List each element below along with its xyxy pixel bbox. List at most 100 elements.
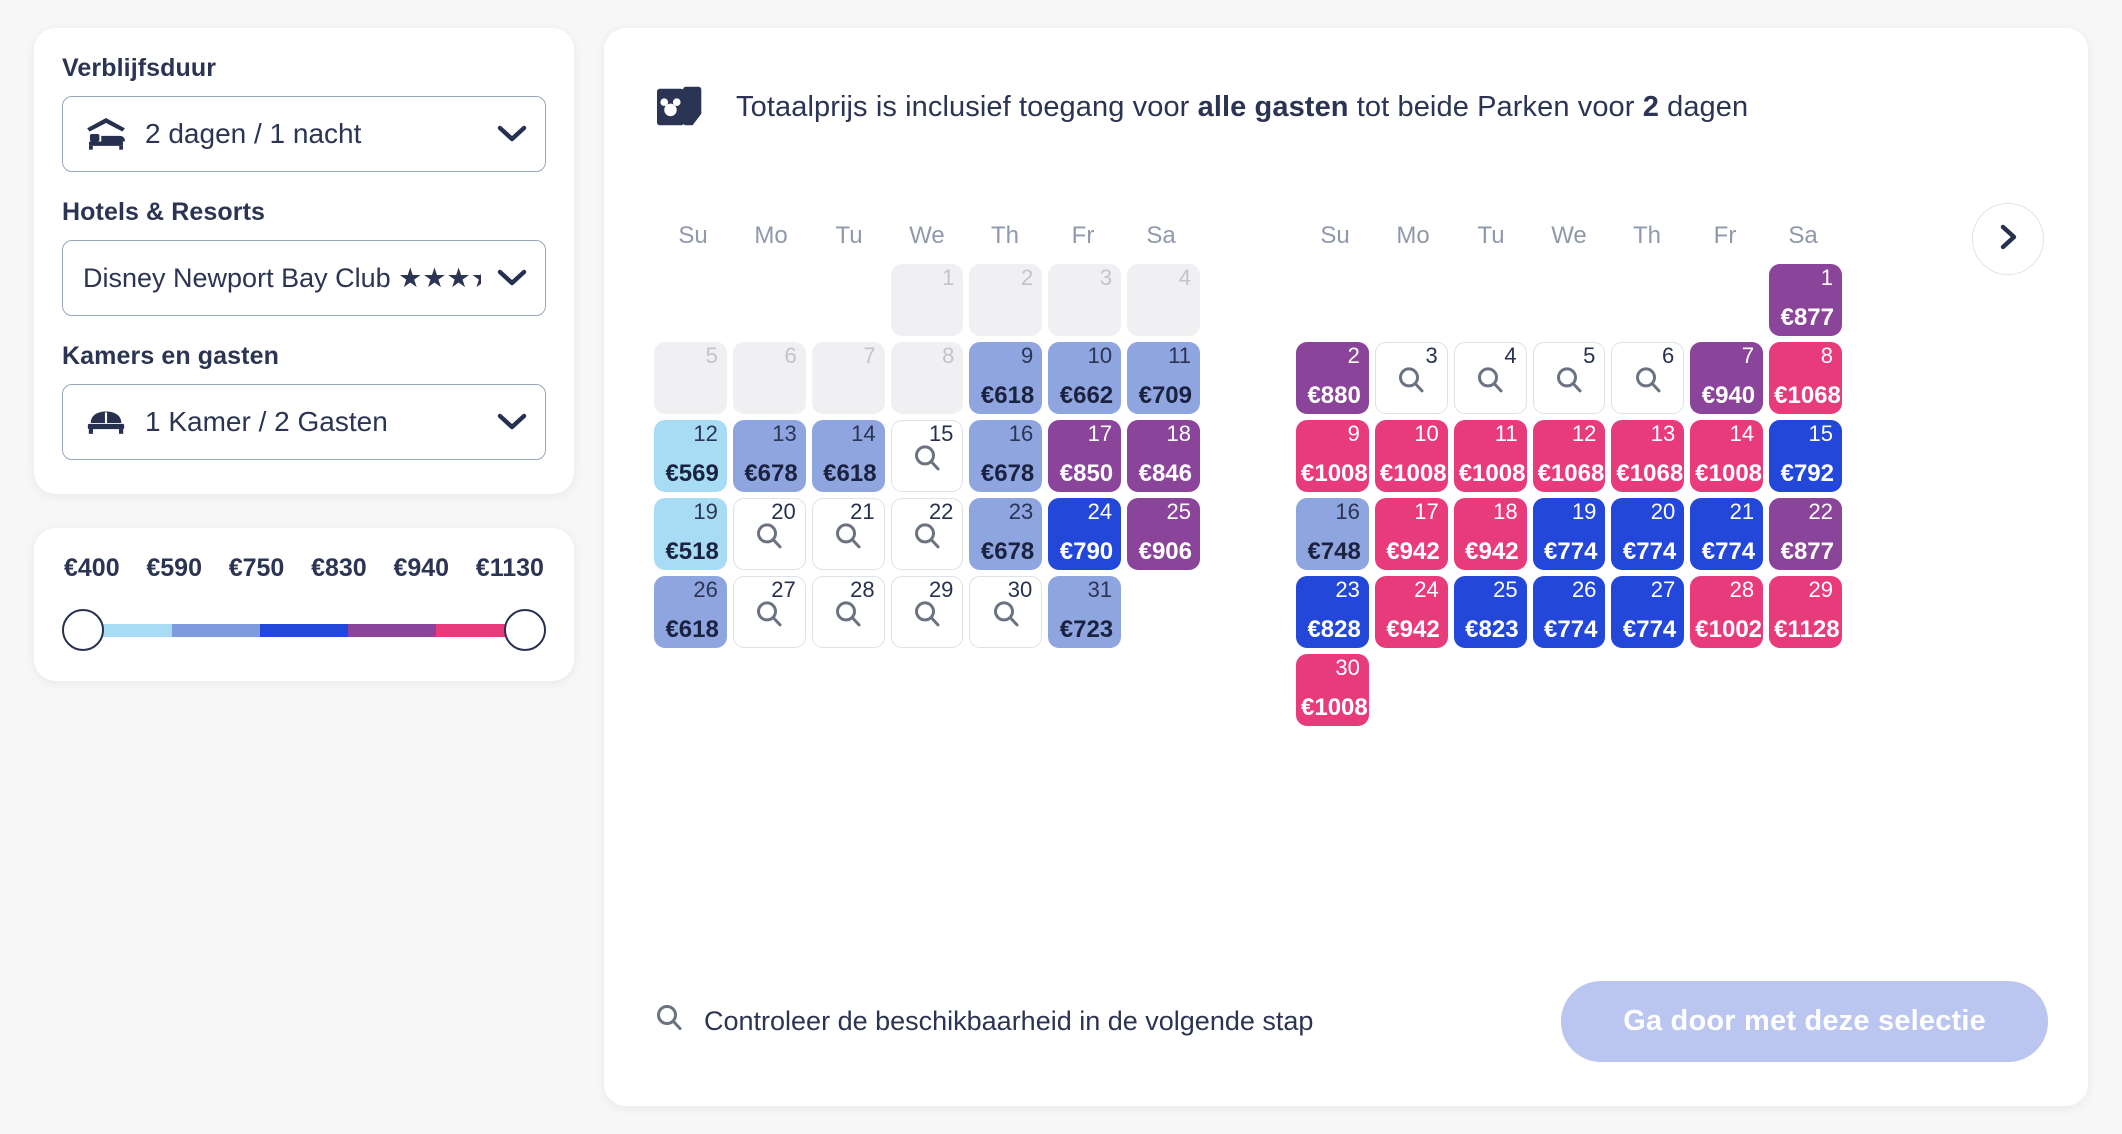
- calendar-day-cell[interactable]: 10 €662: [1048, 342, 1122, 414]
- calendar-day-cell[interactable]: 27: [732, 576, 806, 648]
- calendar-day-cell[interactable]: 20 €774: [1611, 498, 1685, 570]
- day-number: 27: [1650, 577, 1676, 602]
- calendar-day-cell[interactable]: 29 €1128: [1769, 576, 1842, 648]
- day-number: 14: [1729, 421, 1755, 446]
- day-number: 8: [942, 343, 955, 368]
- calendar-day-cell[interactable]: 30 €1008: [1296, 654, 1369, 726]
- calendar-day-cell[interactable]: 22 €877: [1769, 498, 1842, 570]
- price-tick: €590: [146, 554, 202, 582]
- continue-button[interactable]: Ga door met deze selectie: [1561, 981, 2048, 1062]
- rooms-guests-value: 1 Kamer / 2 Gasten: [145, 406, 388, 437]
- calendar-day-cell[interactable]: 6: [1611, 342, 1685, 414]
- calendar-day-cell[interactable]: 28 €1002: [1690, 576, 1764, 648]
- day-price: €790: [1059, 538, 1114, 565]
- day-number: 26: [1571, 577, 1597, 602]
- next-month-button[interactable]: [1972, 203, 2044, 275]
- calendar-day-cell[interactable]: 19 €774: [1532, 498, 1606, 570]
- calendar-day-cell[interactable]: 21 €774: [1690, 498, 1764, 570]
- calendar-day-cell: 8: [890, 342, 964, 414]
- stay-options-panel: Verblijfsduur 2 dagen / 1 nacht Hotels &…: [34, 28, 574, 494]
- calendar-day-cell[interactable]: 14 €618: [811, 420, 885, 492]
- empty-cell: [812, 264, 885, 336]
- calendar-day-cell[interactable]: 24 €790: [1048, 498, 1122, 570]
- hotel-select[interactable]: Disney Newport Bay Club ★★★★: [62, 240, 546, 316]
- calendar-day-cell[interactable]: 16 €748: [1296, 498, 1369, 570]
- rooms-guests-select[interactable]: 1 Kamer / 2 Gasten: [62, 384, 546, 460]
- calendar-day-cell[interactable]: 4: [1453, 342, 1527, 414]
- calendar-day-cell[interactable]: 9 €1008: [1296, 420, 1369, 492]
- calendar-day-cell[interactable]: 15: [890, 420, 964, 492]
- calendar-day-cell[interactable]: 7 €940: [1690, 342, 1764, 414]
- day-price: €828: [1307, 616, 1361, 643]
- calendar-day-cell[interactable]: 28: [811, 576, 885, 648]
- day-grid: 1 €877 2 €880 3 4 5 6 7 €940 8 €1068 9 €1008 10 €1008 11…: [1296, 264, 1842, 726]
- day-number: 15: [928, 421, 954, 446]
- calendar-day-cell[interactable]: 26 €774: [1532, 576, 1606, 648]
- calendar-day-cell[interactable]: 14 €1008: [1690, 420, 1764, 492]
- day-price: €774: [1622, 538, 1677, 565]
- day-price: €846: [1138, 460, 1192, 487]
- price-slider-max-handle[interactable]: [504, 609, 546, 651]
- calendar-day-cell[interactable]: 9 €618: [969, 342, 1043, 414]
- price-tick: €940: [393, 554, 450, 582]
- day-grid: 1 2 3 4 5 6 7 8 9 €618 10 €662 11 €709 12 €569 13 €678 14 €…: [654, 264, 1200, 648]
- day-price: €1008: [1301, 694, 1368, 721]
- calendar-day-cell[interactable]: 10 €1008: [1374, 420, 1448, 492]
- weekday-label: Tu: [835, 222, 863, 249]
- day-number: 29: [928, 577, 954, 602]
- calendar-day-cell[interactable]: 23 €828: [1296, 576, 1369, 648]
- calendar-day-cell[interactable]: 22: [890, 498, 964, 570]
- day-number: 19: [693, 499, 718, 524]
- calendar-day-cell[interactable]: 21: [811, 498, 885, 570]
- weekday-label: Fr: [1713, 222, 1737, 249]
- calendar-day-cell[interactable]: 25 €823: [1453, 576, 1527, 648]
- calendar-day-cell[interactable]: 13 €1068: [1611, 420, 1685, 492]
- calendar-day-cell[interactable]: 5: [1532, 342, 1606, 414]
- calendar-day-cell[interactable]: 18 €846: [1127, 420, 1200, 492]
- calendar-day-cell[interactable]: 13 €678: [732, 420, 806, 492]
- hotel-label: Hotels & Resorts: [62, 198, 266, 226]
- calendar-day-cell[interactable]: 19 €518: [654, 498, 727, 570]
- calendar-day-cell[interactable]: 17 €942: [1374, 498, 1448, 570]
- calendar-day-cell[interactable]: 31 €723: [1048, 576, 1122, 648]
- calendar-day-cell[interactable]: 11 €1008: [1453, 420, 1527, 492]
- calendar-day-cell[interactable]: 17 €850: [1048, 420, 1122, 492]
- calendar-day-cell[interactable]: 12 €569: [654, 420, 727, 492]
- weekday-label: Mo: [1396, 222, 1430, 249]
- calendar-day-cell[interactable]: 25 €906: [1127, 498, 1200, 570]
- day-price: €774: [1622, 616, 1677, 643]
- price-range-slider[interactable]: [62, 609, 546, 651]
- calendar-day-cell[interactable]: 27 €774: [1611, 576, 1685, 648]
- calendar-day-cell[interactable]: 20: [732, 498, 806, 570]
- day-price: €618: [823, 460, 877, 487]
- calendar-day-cell[interactable]: 1 €877: [1769, 264, 1842, 336]
- calendar-day-cell[interactable]: 12 €1068: [1532, 420, 1606, 492]
- magnifier-icon: [734, 599, 805, 629]
- calendar-day-cell[interactable]: 3: [1374, 342, 1448, 414]
- day-number: 18: [1166, 421, 1191, 446]
- day-number: 5: [1583, 343, 1596, 368]
- calendar-day-cell[interactable]: 16 €678: [969, 420, 1043, 492]
- day-number: 19: [1571, 499, 1597, 524]
- calendar-day-cell[interactable]: 11 €709: [1127, 342, 1200, 414]
- calendar-day-cell[interactable]: 18 €942: [1453, 498, 1527, 570]
- calendar-day-cell[interactable]: 26 €618: [654, 576, 727, 648]
- duration-select[interactable]: 2 dagen / 1 nacht: [62, 96, 546, 172]
- day-price: €1068: [1774, 382, 1841, 409]
- day-number: 23: [1335, 577, 1360, 602]
- calendar-day-cell[interactable]: 2 €880: [1296, 342, 1369, 414]
- day-number: 1: [942, 265, 955, 290]
- calendar-day-cell[interactable]: 24 €942: [1374, 576, 1448, 648]
- calendar-day-cell[interactable]: 23 €678: [969, 498, 1043, 570]
- calendar-day-cell[interactable]: 8 €1068: [1769, 342, 1842, 414]
- day-number: 17: [1414, 499, 1439, 524]
- calendar-day-cell[interactable]: 29: [890, 576, 964, 648]
- calendar-day-cell[interactable]: 15 €792: [1769, 420, 1842, 492]
- banner-middle: tot beide Parken voor: [1348, 90, 1643, 123]
- day-number: 8: [1820, 343, 1833, 368]
- empty-cell: [1454, 264, 1527, 336]
- calendar-day-cell[interactable]: 30: [969, 576, 1043, 648]
- price-slider-min-handle[interactable]: [62, 609, 104, 651]
- banner-bold-guests: alle gasten: [1197, 90, 1349, 123]
- weekday-label: Th: [1632, 222, 1661, 249]
